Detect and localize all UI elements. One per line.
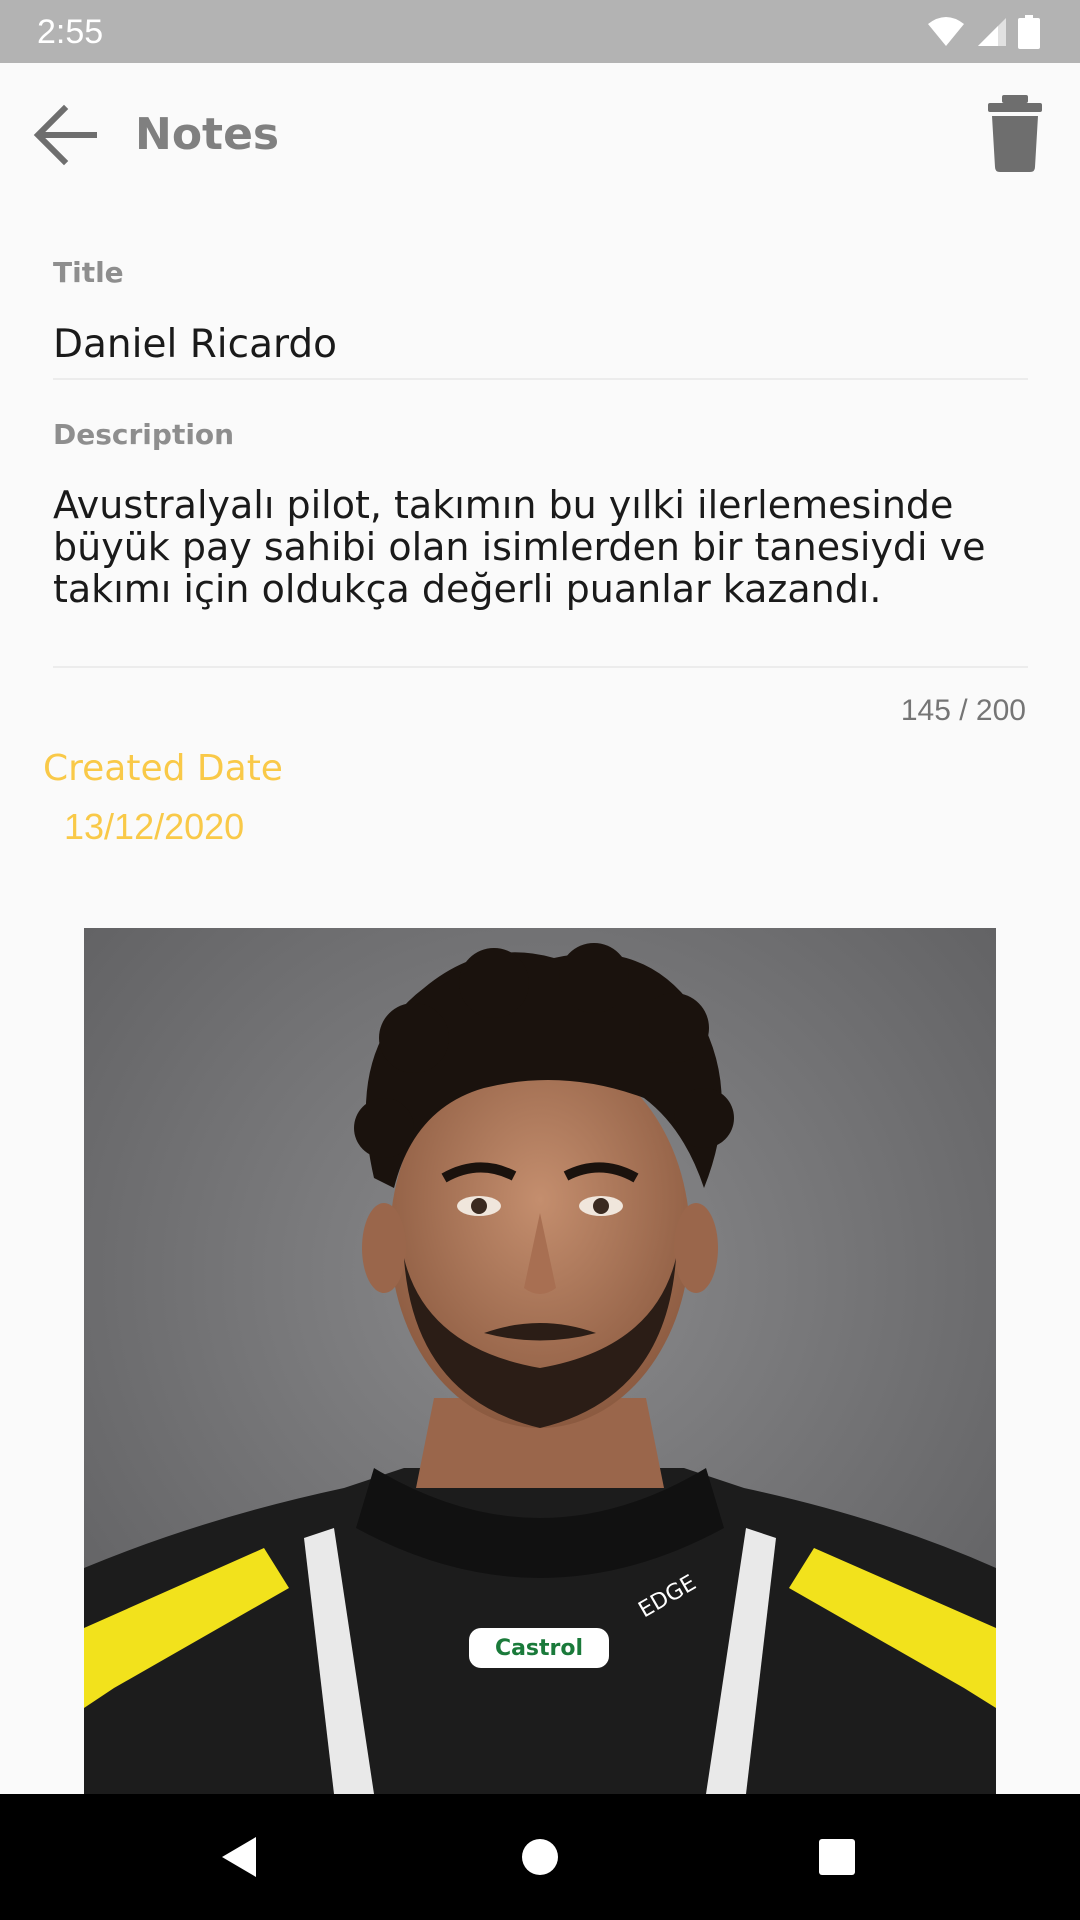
title-label: Title [53,256,124,289]
recents-square-icon [819,1839,855,1875]
description-label: Description [53,418,235,451]
description-underline [53,666,1028,668]
delete-button[interactable] [980,93,1050,173]
trash-icon [988,95,1042,172]
status-bar: 2:55 [0,0,1080,63]
status-icons [926,14,1040,50]
created-date-label: Created Date [43,748,283,789]
description-field[interactable]: Avustralyalı pilot, takımın bu yılki ile… [53,484,1038,610]
page-title: Notes [135,109,280,160]
battery-icon [1018,15,1040,49]
created-date-value[interactable]: 13/12/2020 [64,806,244,848]
nav-back-button[interactable] [178,1794,298,1920]
arrow-back-icon [33,104,97,166]
app-bar: Notes [0,63,1080,203]
wifi-icon [928,17,964,46]
navigation-bar [0,1794,1080,1920]
status-time: 2:55 [37,13,104,51]
note-photo[interactable]: Castrol EDGE [84,928,996,1794]
title-underline [53,378,1028,380]
cell-signal-icon [978,18,1006,46]
driver-portrait: Castrol EDGE [84,928,996,1794]
character-counter: 145 / 200 [900,694,1026,727]
nav-recents-button[interactable] [777,1794,897,1920]
title-field[interactable]: Daniel Ricardo [53,318,1033,372]
back-triangle-icon [222,1837,256,1877]
nav-home-button[interactable] [480,1794,600,1920]
castrol-logo-text: Castrol [495,1636,583,1661]
back-button[interactable] [24,93,108,177]
home-circle-icon [522,1839,558,1875]
